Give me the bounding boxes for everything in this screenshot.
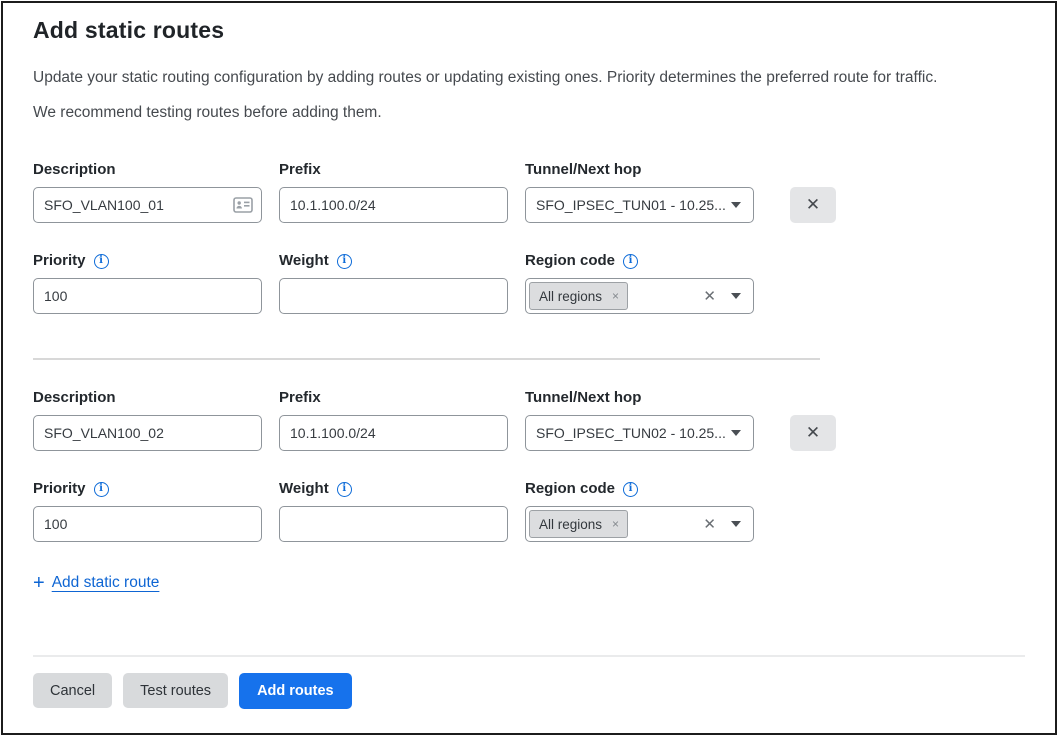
test-routes-button[interactable]: Test routes bbox=[123, 673, 228, 708]
chevron-down-icon bbox=[731, 202, 741, 208]
route2-weight-field: Weight i bbox=[279, 480, 508, 542]
info-icon[interactable]: i bbox=[337, 482, 352, 497]
route1-prefix-field: Prefix bbox=[279, 161, 508, 223]
route1-priority-field: Priority i bbox=[33, 252, 262, 314]
route2-row1: Description Prefix Tunnel/Next hop SFO_I… bbox=[33, 389, 1025, 451]
route2-prefix-field: Prefix bbox=[279, 389, 508, 451]
chevron-down-icon bbox=[731, 293, 741, 299]
region-tag: All regions × bbox=[529, 282, 628, 310]
description-input[interactable] bbox=[33, 415, 262, 451]
route2-description-field: Description bbox=[33, 389, 262, 451]
autofill-contact-card-icon[interactable] bbox=[233, 197, 253, 213]
weight-label-text: Weight bbox=[279, 252, 329, 270]
priority-label: Priority i bbox=[33, 480, 262, 498]
route1-tunnel-field: Tunnel/Next hop SFO_IPSEC_TUN01 - 10.25.… bbox=[525, 161, 754, 223]
remove-tag-icon[interactable]: × bbox=[612, 518, 619, 530]
priority-input[interactable] bbox=[33, 278, 262, 314]
recommendation-text: We recommend testing routes before addin… bbox=[33, 104, 1025, 122]
priority-input[interactable] bbox=[33, 506, 262, 542]
remove-tag-icon[interactable]: × bbox=[612, 290, 619, 302]
tunnel-selected-value: SFO_IPSEC_TUN02 - 10.25... bbox=[536, 425, 731, 441]
info-icon[interactable]: i bbox=[94, 254, 109, 269]
remove-route-button[interactable]: ✕ bbox=[790, 415, 836, 451]
dialog-content: Add static routes Update your static rou… bbox=[3, 3, 1055, 655]
priority-label: Priority i bbox=[33, 252, 262, 270]
page-title: Add static routes bbox=[33, 17, 1025, 44]
tunnel-select[interactable]: SFO_IPSEC_TUN02 - 10.25... bbox=[525, 415, 754, 451]
weight-label: Weight i bbox=[279, 480, 508, 498]
region-label: Region code i bbox=[525, 480, 754, 498]
prefix-label: Prefix bbox=[279, 161, 508, 179]
add-static-routes-dialog: Add static routes Update your static rou… bbox=[1, 1, 1057, 735]
region-multiselect[interactable]: All regions × ✕ bbox=[525, 278, 754, 314]
info-icon[interactable]: i bbox=[623, 254, 638, 269]
tunnel-label: Tunnel/Next hop bbox=[525, 161, 754, 179]
prefix-input[interactable] bbox=[279, 187, 508, 223]
chevron-down-icon bbox=[731, 521, 741, 527]
region-tag-label: All regions bbox=[539, 289, 602, 304]
weight-input[interactable] bbox=[279, 278, 508, 314]
region-label-text: Region code bbox=[525, 480, 615, 498]
priority-label-text: Priority bbox=[33, 480, 86, 498]
region-tag-label: All regions bbox=[539, 517, 602, 532]
weight-input[interactable] bbox=[279, 506, 508, 542]
weight-label: Weight i bbox=[279, 252, 508, 270]
weight-label-text: Weight bbox=[279, 480, 329, 498]
close-icon: ✕ bbox=[806, 423, 820, 443]
add-routes-button[interactable]: Add routes bbox=[239, 673, 352, 709]
route-entry-1: Description bbox=[33, 161, 1025, 314]
route1-weight-field: Weight i bbox=[279, 252, 508, 314]
route1-row2: Priority i Weight i Region code i bbox=[33, 252, 1025, 314]
info-icon[interactable]: i bbox=[623, 482, 638, 497]
clear-selection-icon[interactable]: ✕ bbox=[703, 289, 716, 304]
route2-priority-field: Priority i bbox=[33, 480, 262, 542]
add-static-route-link[interactable]: Add static route bbox=[52, 574, 160, 592]
cancel-button[interactable]: Cancel bbox=[33, 673, 112, 708]
info-icon[interactable]: i bbox=[337, 254, 352, 269]
clear-selection-icon[interactable]: ✕ bbox=[703, 517, 716, 532]
route1-description-field: Description bbox=[33, 161, 262, 223]
intro-text: Update your static routing configuration… bbox=[33, 69, 1025, 87]
route2-row2: Priority i Weight i Region code i bbox=[33, 480, 1025, 542]
route2-tunnel-field: Tunnel/Next hop SFO_IPSEC_TUN02 - 10.25.… bbox=[525, 389, 754, 451]
chevron-down-icon bbox=[731, 430, 741, 436]
route2-region-field: Region code i All regions × ✕ bbox=[525, 480, 754, 542]
tunnel-label: Tunnel/Next hop bbox=[525, 389, 754, 407]
region-label-text: Region code bbox=[525, 252, 615, 270]
plus-icon: + bbox=[33, 573, 45, 593]
tunnel-selected-value: SFO_IPSEC_TUN01 - 10.25... bbox=[536, 197, 731, 213]
description-label: Description bbox=[33, 389, 262, 407]
description-input[interactable] bbox=[33, 187, 262, 223]
remove-route-button[interactable]: ✕ bbox=[790, 187, 836, 223]
region-multiselect[interactable]: All regions × ✕ bbox=[525, 506, 754, 542]
priority-label-text: Priority bbox=[33, 252, 86, 270]
route1-row1: Description bbox=[33, 161, 1025, 223]
close-icon: ✕ bbox=[806, 195, 820, 215]
info-icon[interactable]: i bbox=[94, 482, 109, 497]
add-static-route-row: + Add static route bbox=[33, 573, 1025, 593]
dialog-footer: Cancel Test routes Add routes bbox=[33, 655, 1025, 733]
prefix-label: Prefix bbox=[279, 389, 508, 407]
tunnel-select[interactable]: SFO_IPSEC_TUN01 - 10.25... bbox=[525, 187, 754, 223]
region-label: Region code i bbox=[525, 252, 754, 270]
region-tag: All regions × bbox=[529, 510, 628, 538]
route1-region-field: Region code i All regions × ✕ bbox=[525, 252, 754, 314]
description-label: Description bbox=[33, 161, 262, 179]
route-divider bbox=[33, 358, 820, 360]
route-entry-2: Description Prefix Tunnel/Next hop SFO_I… bbox=[33, 389, 1025, 542]
prefix-input[interactable] bbox=[279, 415, 508, 451]
